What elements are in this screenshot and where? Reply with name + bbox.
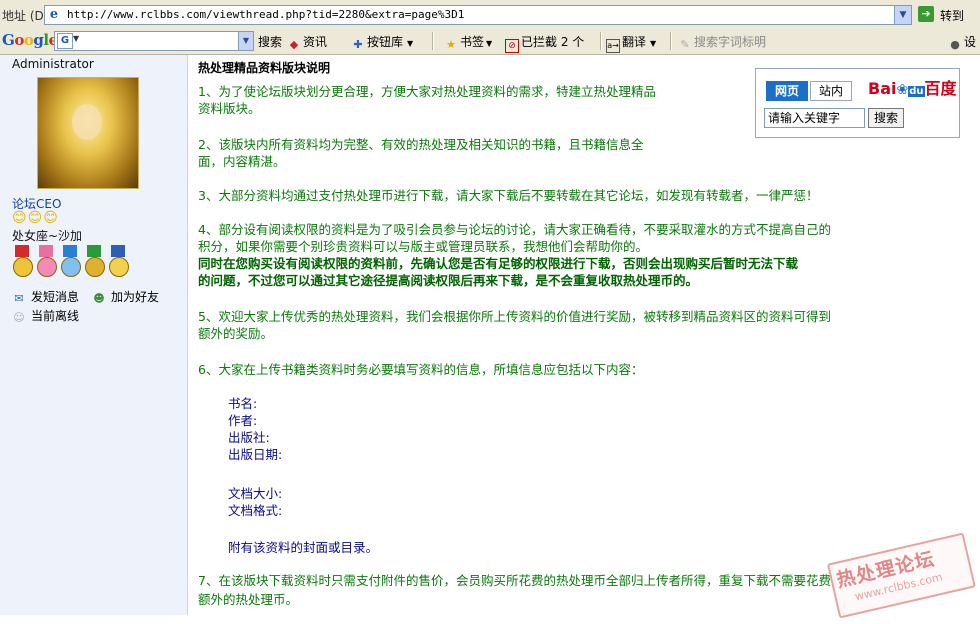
toolbar-divider (600, 32, 602, 50)
medal-icon[interactable] (84, 245, 105, 277)
send-message-link[interactable]: ✉ 发短消息 (12, 288, 79, 305)
toolbar-divider (670, 32, 672, 50)
baidu-logo-du: du (908, 86, 925, 97)
user-info-panel: Administrator 论坛CEO 😊😊😊 处女座~沙加 ✉ 发短消息 ☻ 加为… (0, 55, 188, 615)
post-paragraph: 3、大部分资料均通过支付热处理币进行下载，请大家下载后不要转载在其它论坛，如发现… (198, 188, 819, 203)
post-paragraph: 5、欢迎大家上传优秀的热处理资料，我们会根据你所上传资料的价值进行奖励，被转移到… (198, 309, 831, 324)
ie-page-icon: e (49, 7, 59, 22)
toolbar-buttons-button[interactable]: ✚ 按钮库 ▼ (351, 33, 413, 52)
envelope-icon: ✉ (14, 292, 24, 305)
paw-icon: ❀ (896, 82, 909, 98)
toolbar-divider (432, 32, 434, 50)
translate-dropdown-icon: ▼ (650, 39, 657, 48)
info-field-label: 出版日期: (228, 447, 283, 462)
online-status-label: 当前离线 (31, 309, 80, 323)
rank-smiley-icons: 😊😊😊 (12, 210, 59, 226)
post-paragraph: 资料版块。 (198, 101, 261, 116)
post-content: 热处理精品资料版块说明 1、为了使论坛版块划分更合理，方便大家对热处理资料的需求… (195, 55, 975, 615)
post-paragraph-bold: 的问题，不过您可以通过其它途径提高阅读权限后再来下载，是不会重复收取热处理币的。 (198, 273, 699, 288)
search-dropdown-icon[interactable]: ▼ (238, 32, 253, 50)
google-g-icon: G (57, 33, 73, 49)
toolbar-news-label: 资讯 (303, 35, 328, 49)
post-paragraph-bold: 同时在您购买设有阅读权限的资料前，先确认您是否有足够的权限进行下载，否则会出现购… (198, 256, 799, 271)
toolbar-bookmarks-button[interactable]: ★ 书签 ▼ (444, 33, 492, 52)
online-status: ☺ 当前离线 (12, 307, 79, 324)
info-field-label: 出版社: (228, 430, 270, 445)
toolbar-blocked-button[interactable]: ⊘ 已拦截 2 个 (505, 33, 584, 53)
search-caret-icon: ▼ (73, 34, 80, 43)
toolbar-blocked-count: 2 个 (560, 35, 585, 49)
baidu-search-button[interactable]: 搜索 (868, 108, 904, 128)
google-toolbar: Google G ▼ ▼ 搜索 ◆资讯 ✚按钮库▼ ★书签▼ ⊘已拦截 2 个 … (0, 28, 980, 55)
post-paragraph: 4、部分设有阅读权限的资料是为了吸引会员参与论坛的讨论，请大家正确看待，不要采取… (198, 222, 831, 237)
baidu-logo-bai: Bai (868, 79, 897, 98)
toolbar-buttons-label: 按钮库 (367, 35, 404, 49)
translate-icon: a→ (606, 39, 620, 53)
medal-icon[interactable] (60, 245, 81, 277)
post-paragraph: 额外的热处理币。 (198, 592, 299, 607)
toolbar-translate-button[interactable]: a→ 翻译 ▼ (606, 33, 656, 53)
news-icon: ◆ (289, 38, 299, 51)
toolbar-highlight-label: 搜索字词标明 (694, 35, 767, 49)
baidu-logo[interactable]: Bai❀du百度 (868, 75, 957, 99)
address-url[interactable]: http://www.rclbbs.com/viewthread.php?tid… (67, 8, 464, 22)
toolbar-search-label: 搜索 (258, 35, 283, 49)
star-icon: ★ (446, 38, 456, 51)
toolbar-search-button[interactable]: 搜索 (258, 33, 282, 50)
google-logo-text: Google (2, 31, 58, 49)
highlighter-icon: ✎ (680, 38, 690, 51)
toolbar-settings-label: 设 (964, 35, 977, 49)
baidu-tab-site[interactable]: 站内 (810, 81, 852, 101)
popup-blocked-icon: ⊘ (505, 39, 519, 53)
user-custom-title: 处女座~沙加 (12, 229, 83, 243)
medal-icon[interactable] (108, 245, 129, 277)
bookmarks-dropdown-icon: ▼ (486, 39, 493, 48)
address-label: 地址 (D) (2, 9, 49, 23)
toolbar-settings-button[interactable]: ● 设 (948, 33, 976, 52)
google-logo[interactable]: Google (2, 31, 58, 49)
address-input[interactable]: e http://www.rclbbs.com/viewthread.php?t… (44, 5, 912, 25)
post-paragraph: 6、大家在上传书籍类资料时务必要填写资料的信息，所填信息应包括以下内容： (198, 362, 644, 377)
post-paragraph: 面，内容精湛。 (198, 154, 286, 169)
baidu-tab-web[interactable]: 网页 (766, 81, 808, 101)
baidu-logo-cn: 百度 (924, 79, 957, 98)
baidu-search-input[interactable]: 请输入关键字 (764, 108, 865, 128)
go-label: 转到 (940, 9, 965, 23)
add-friend-link[interactable]: ☻ 加为好友 (92, 288, 159, 305)
toolbar-news-button[interactable]: ◆ 资讯 (287, 33, 327, 52)
toolbar-bookmarks-label: 书签 (460, 35, 485, 49)
buttons-library-icon: ✚ (353, 38, 363, 51)
avatar-face-shape (72, 104, 102, 140)
medal-icon[interactable] (12, 245, 33, 277)
buttons-dropdown-icon: ▼ (407, 39, 414, 48)
add-friend-icon: ☻ (93, 292, 105, 305)
go-arrow-icon: ➔ (918, 6, 934, 22)
google-search-input[interactable]: G ▼ ▼ (54, 31, 254, 51)
post-paragraph: 积分，如果你需要个别珍贵资料可以与版主或管理员联系，我想他们会帮助你的。 (198, 239, 649, 254)
toolbar-highlight-button[interactable]: ✎ 搜索字词标明 (678, 33, 766, 52)
info-field-label: 附有该资料的封面或目录。 (228, 540, 379, 555)
toolbar-blocked-label: 已拦截 (521, 35, 558, 49)
info-field-label: 文档大小: (228, 486, 283, 501)
address-bar: 地址 (D) e http://www.rclbbs.com/viewthrea… (0, 0, 980, 29)
post-title: 热处理精品资料版块说明 (198, 61, 331, 75)
post-paragraph: 7、在该版块下载资料时只需支付附件的售价，会员购买所花费的热处理币全部归上传者所… (198, 573, 831, 588)
post-paragraph: 额外的奖励。 (198, 326, 274, 341)
info-field-label: 文档格式: (228, 503, 283, 518)
address-dropdown-icon[interactable]: ▼ (894, 6, 911, 24)
info-field-label: 书名: (228, 396, 258, 411)
post-paragraph: 2、该版块内所有资料均为完整、有效的热处理及相关知识的书籍，且书籍信息全 (198, 137, 644, 152)
offline-user-icon: ☺ (13, 311, 25, 324)
baidu-search-widget: 网页 站内 Bai❀du百度 请输入关键字 搜索 (755, 68, 960, 138)
send-message-label: 发短消息 (31, 290, 80, 304)
add-friend-label: 加为好友 (111, 290, 160, 304)
user-avatar (37, 77, 139, 189)
post-paragraph: 1、为了使论坛版块划分更合理，方便大家对热处理资料的需求，特建立热处理精品 (198, 84, 656, 99)
medal-icon[interactable] (36, 245, 57, 277)
toolbar-translate-label: 翻译 (622, 35, 647, 49)
info-field-label: 作者: (228, 413, 258, 428)
settings-icon: ● (950, 38, 960, 51)
poster-username[interactable]: Administrator (12, 57, 94, 71)
